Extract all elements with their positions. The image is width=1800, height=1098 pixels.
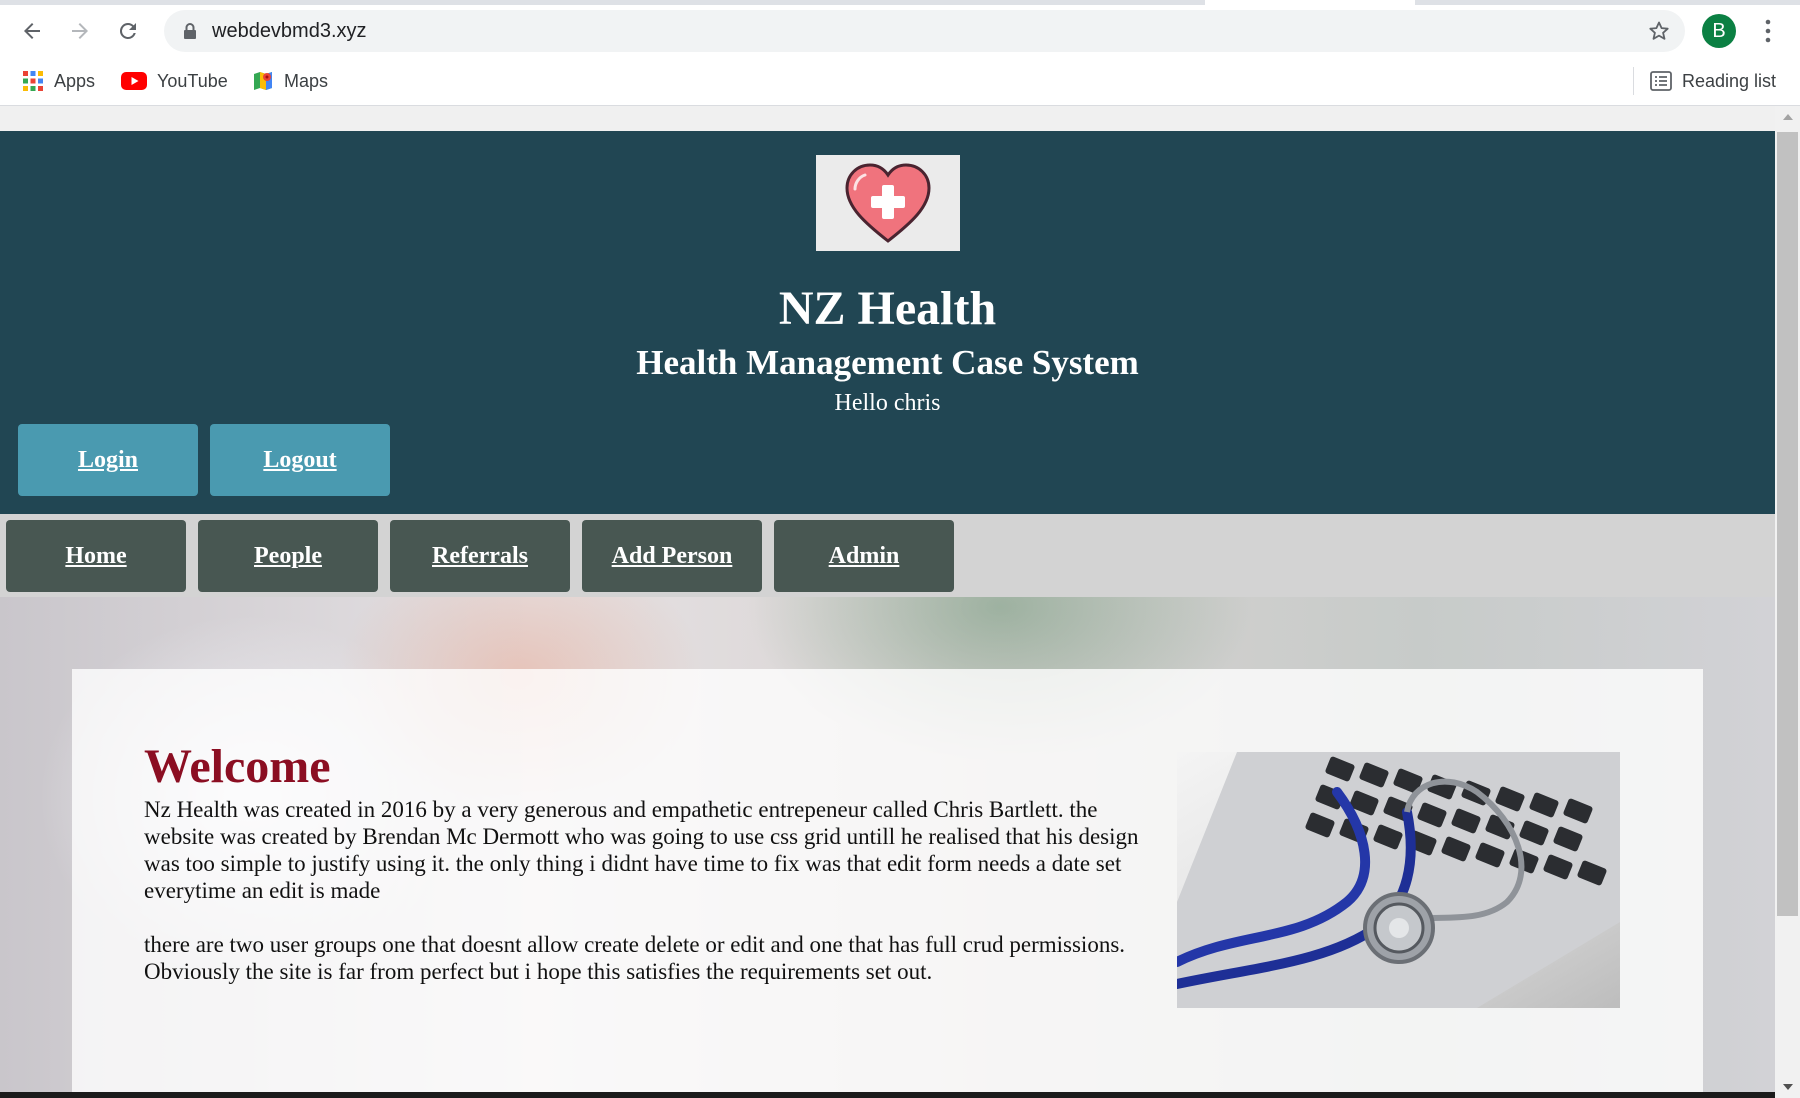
back-button[interactable]: [14, 13, 50, 49]
forward-arrow-icon: [72, 23, 88, 39]
scroll-down-arrow[interactable]: [1783, 1084, 1793, 1090]
user-greeting: Hello chris: [834, 390, 941, 416]
address-bar[interactable]: webdevbmd3.xyz: [164, 10, 1685, 52]
bookmark-maps[interactable]: Maps: [252, 67, 328, 95]
nav-home[interactable]: Home: [6, 520, 186, 592]
user-groups-paragraph: there are two user groups one that doesn…: [144, 932, 1126, 984]
apps-grid-icon: [23, 71, 43, 91]
bookmark-label: Apps: [54, 70, 96, 91]
browser-toolbar: webdevbmd3.xyz B: [0, 5, 1800, 57]
site-title: NZ Health: [778, 282, 997, 335]
youtube-icon: [121, 72, 147, 90]
page-viewport: NZ Health Health Management Case System …: [0, 106, 1775, 1098]
nav-referrals[interactable]: Referrals: [390, 520, 570, 592]
profile-avatar[interactable]: B: [1702, 14, 1736, 48]
maps-icon: [254, 72, 272, 90]
kebab-menu-icon[interactable]: [1756, 15, 1780, 47]
bookmark-label: YouTube: [157, 70, 228, 91]
reading-list-button[interactable]: Reading list: [1650, 67, 1776, 95]
heart-cross-logo: [816, 155, 960, 251]
back-arrow-icon: [24, 23, 40, 39]
reading-list-label: Reading list: [1682, 70, 1777, 91]
welcome-card: Welcome Nz Health was created in 2016 by…: [72, 669, 1703, 1098]
hero-background: Welcome Nz Health was created in 2016 by…: [0, 597, 1775, 1098]
welcome-heading: Welcome: [144, 740, 331, 793]
stethoscope-laptop-image: [1177, 752, 1620, 1008]
bookmark-label: Maps: [284, 70, 329, 91]
nav-add-person[interactable]: Add Person: [582, 520, 762, 592]
reading-list-icon: [1650, 71, 1672, 91]
intro-paragraph: Nz Health was created in 2016 by a very …: [144, 797, 1139, 903]
site-subtitle: Health Management Case System: [636, 343, 1139, 382]
scroll-up-arrow[interactable]: [1783, 114, 1793, 120]
nav-people[interactable]: People: [198, 520, 378, 592]
page-bottom-edge: [0, 1092, 1775, 1098]
main-nav: Home People Referrals Add Person Admin: [0, 514, 1775, 597]
forward-button[interactable]: [62, 13, 98, 49]
star-icon[interactable]: [1647, 19, 1671, 43]
bookmarks-bar: Apps YouTube Maps Reading list: [0, 57, 1800, 106]
scrollbar-thumb[interactable]: [1777, 132, 1798, 916]
lock-icon: [184, 23, 196, 39]
nav-admin[interactable]: Admin: [774, 520, 954, 592]
bookmark-apps[interactable]: Apps: [22, 67, 95, 95]
logout-button[interactable]: Logout: [210, 424, 390, 496]
bookmark-youtube[interactable]: YouTube: [121, 67, 228, 95]
page-scrollbar[interactable]: [1775, 106, 1800, 1098]
bookmarks-divider: [1633, 67, 1634, 95]
url-text: webdevbmd3.xyz: [212, 20, 367, 42]
site-header: NZ Health Health Management Case System …: [0, 131, 1775, 514]
reload-icon: [119, 22, 136, 39]
reload-button[interactable]: [110, 13, 146, 49]
login-button[interactable]: Login: [18, 424, 198, 496]
